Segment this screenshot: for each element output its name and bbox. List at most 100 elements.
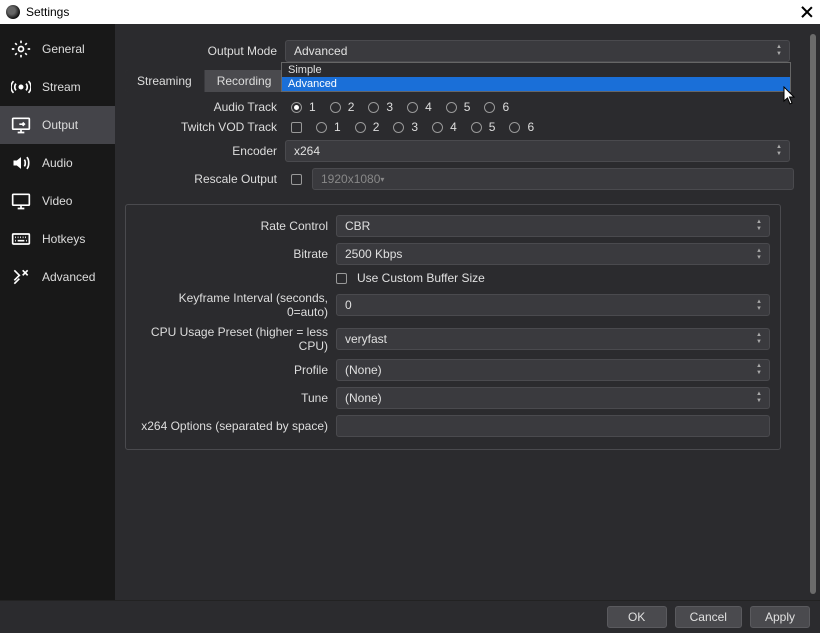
encoder-value: x264: [294, 144, 320, 158]
dialog-footer: OK Cancel Apply: [0, 600, 820, 633]
option-label: Simple: [288, 64, 322, 76]
sidebar-item-stream[interactable]: Stream: [0, 68, 115, 106]
cpu-preset-value: veryfast: [345, 332, 387, 346]
audio-track-2[interactable]: 2: [330, 100, 355, 114]
rescale-select[interactable]: 1920x1080 ▾: [312, 168, 794, 190]
radio-icon: [471, 122, 482, 133]
output-mode-dropdown[interactable]: Simple Advanced: [281, 62, 791, 92]
apply-button[interactable]: Apply: [750, 606, 810, 628]
sidebar-item-audio[interactable]: Audio: [0, 144, 115, 182]
track-num: 6: [527, 120, 534, 134]
sidebar-item-label: Output: [42, 118, 78, 132]
tab-streaming[interactable]: Streaming: [125, 70, 205, 92]
track-num: 5: [489, 120, 496, 134]
vod-track-4[interactable]: 4: [432, 120, 457, 134]
vod-track-6[interactable]: 6: [509, 120, 534, 134]
sidebar-item-label: Advanced: [42, 270, 95, 284]
track-num: 1: [334, 120, 341, 134]
bitrate-value: 2500 Kbps: [345, 247, 402, 261]
scrollbar[interactable]: [810, 34, 816, 594]
track-num: 4: [425, 100, 432, 114]
chevron-updown-icon: [751, 360, 767, 380]
main-panel: Output Mode Advanced Streaming Recording…: [115, 24, 820, 600]
btn-label: Apply: [765, 610, 795, 624]
track-num: 6: [502, 100, 509, 114]
sidebar-item-label: General: [42, 42, 85, 56]
radio-icon: [291, 102, 302, 113]
output-mode-label: Output Mode: [125, 44, 285, 58]
spinner-icon[interactable]: ▴▾: [751, 295, 767, 315]
profile-label: Profile: [136, 363, 336, 377]
twitch-vod-checkbox[interactable]: [291, 122, 302, 133]
tune-label: Tune: [136, 391, 336, 405]
twitch-vod-label: Twitch VOD Track: [125, 120, 285, 134]
track-num: 4: [450, 120, 457, 134]
output-mode-value: Advanced: [294, 44, 347, 58]
bitrate-input[interactable]: 2500 Kbps ▴▾: [336, 243, 770, 265]
dropdown-option-advanced[interactable]: Advanced: [282, 77, 790, 91]
audio-track-1[interactable]: 1: [291, 100, 316, 114]
chevron-updown-icon: [751, 329, 767, 349]
sidebar-item-general[interactable]: General: [0, 30, 115, 68]
close-icon[interactable]: [800, 5, 814, 19]
tab-label: Streaming: [137, 74, 192, 88]
custom-buffer-checkbox[interactable]: [336, 273, 347, 284]
track-num: 1: [309, 100, 316, 114]
chevron-updown-icon: [751, 388, 767, 408]
cpu-preset-label: CPU Usage Preset (higher = less CPU): [136, 325, 336, 353]
tools-icon: [10, 266, 32, 288]
x264-opts-input[interactable]: [336, 415, 770, 437]
encoder-label: Encoder: [125, 144, 285, 158]
option-label: Advanced: [288, 78, 337, 90]
track-num: 5: [464, 100, 471, 114]
radio-icon: [368, 102, 379, 113]
custom-buffer-label: Use Custom Buffer Size: [357, 271, 485, 285]
sidebar-item-video[interactable]: Video: [0, 182, 115, 220]
radio-icon: [330, 102, 341, 113]
vod-track-1[interactable]: 1: [316, 120, 341, 134]
chevron-updown-icon: [771, 141, 787, 161]
radio-icon: [446, 102, 457, 113]
output-mode-select[interactable]: Advanced: [285, 40, 790, 62]
rescale-checkbox[interactable]: [291, 174, 302, 185]
sidebar-item-label: Stream: [42, 80, 81, 94]
profile-value: (None): [345, 363, 382, 377]
vod-track-2[interactable]: 2: [355, 120, 380, 134]
sidebar-item-advanced[interactable]: Advanced: [0, 258, 115, 296]
audio-track-4[interactable]: 4: [407, 100, 432, 114]
dropdown-option-simple[interactable]: Simple: [282, 63, 790, 77]
audio-track-5[interactable]: 5: [446, 100, 471, 114]
cpu-preset-select[interactable]: veryfast: [336, 328, 770, 350]
track-num: 3: [411, 120, 418, 134]
sidebar-item-hotkeys[interactable]: Hotkeys: [0, 220, 115, 258]
broadcast-icon: [10, 76, 32, 98]
audio-track-3[interactable]: 3: [368, 100, 393, 114]
vod-track-3[interactable]: 3: [393, 120, 418, 134]
audio-track-6[interactable]: 6: [484, 100, 509, 114]
keyframe-input[interactable]: 0 ▴▾: [336, 294, 770, 316]
rate-control-label: Rate Control: [136, 219, 336, 233]
keyframe-label: Keyframe Interval (seconds, 0=auto): [136, 291, 336, 319]
app-icon: [6, 5, 20, 19]
titlebar: Settings: [0, 0, 820, 24]
sidebar-item-output[interactable]: Output: [0, 106, 115, 144]
chevron-down-icon: ▾: [380, 175, 384, 184]
ok-button[interactable]: OK: [607, 606, 667, 628]
rate-control-select[interactable]: CBR: [336, 215, 770, 237]
profile-select[interactable]: (None): [336, 359, 770, 381]
tab-label: Recording: [217, 74, 272, 88]
tune-select[interactable]: (None): [336, 387, 770, 409]
vod-track-5[interactable]: 5: [471, 120, 496, 134]
cancel-button[interactable]: Cancel: [675, 606, 742, 628]
radio-icon: [355, 122, 366, 133]
encoder-select[interactable]: x264: [285, 140, 790, 162]
monitor-arrow-icon: [10, 114, 32, 136]
chevron-updown-icon: [751, 216, 767, 236]
chevron-updown-icon: [771, 41, 787, 61]
track-num: 2: [348, 100, 355, 114]
tune-value: (None): [345, 391, 382, 405]
x264-opts-label: x264 Options (separated by space): [136, 419, 336, 433]
tab-recording[interactable]: Recording: [205, 70, 285, 92]
spinner-icon[interactable]: ▴▾: [751, 244, 767, 264]
radio-icon: [432, 122, 443, 133]
